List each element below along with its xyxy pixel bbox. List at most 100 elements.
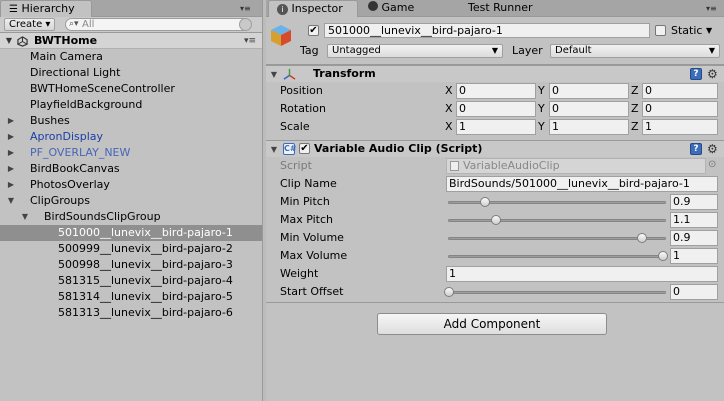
clip-name-field[interactable]: BirdSounds/501000__lunevix__bird-pajaro-…	[446, 176, 718, 192]
gear-icon[interactable]: ⚙	[707, 142, 718, 156]
transform-header[interactable]: ▼ Transform ? ⚙	[266, 65, 724, 82]
script-field: VariableAudioClip	[446, 158, 706, 174]
inspector-panel: i Inspector Game Test Runner ▾≡ ✔ 501000…	[266, 0, 724, 401]
chevron-right-icon[interactable]: ▶	[6, 161, 16, 177]
help-icon[interactable]: ?	[690, 68, 702, 80]
tab-inspector[interactable]: i Inspector	[268, 0, 358, 17]
z-label: Z	[631, 120, 639, 133]
script-label: Script	[280, 159, 312, 172]
max-pitch-slider-thumb[interactable]	[491, 215, 501, 225]
tab-game[interactable]: Game	[360, 0, 450, 17]
add-component-button[interactable]: Add Component	[377, 313, 607, 335]
hierarchy-item[interactable]: ▼ ClipGroups	[0, 193, 262, 209]
hierarchy-item[interactable]: 500998__lunevix__bird-pajaro-3	[0, 257, 262, 273]
hierarchy-item[interactable]: 501000__lunevix__bird-pajaro-1	[0, 225, 262, 241]
position-x-field[interactable]: 0	[456, 83, 536, 99]
variable-audio-clip-title: Variable Audio Clip (Script)	[314, 142, 483, 155]
hierarchy-item[interactable]: ▶ ApronDisplay	[0, 129, 262, 145]
hierarchy-item[interactable]: BWTHomeSceneController	[0, 81, 262, 97]
start-offset-slider-track[interactable]	[448, 291, 666, 294]
tab-test-runner[interactable]: Test Runner	[460, 0, 550, 17]
z-label: Z	[631, 84, 639, 97]
x-label: X	[445, 120, 453, 133]
max-volume-slider-thumb[interactable]	[658, 251, 668, 261]
hierarchy-item[interactable]: Main Camera	[0, 49, 262, 65]
min-pitch-field[interactable]: 0.9	[670, 194, 718, 210]
chevron-down-icon[interactable]: ▼	[269, 70, 279, 79]
hierarchy-item[interactable]: PlayfieldBackground	[0, 97, 262, 113]
min-volume-slider-track[interactable]	[448, 237, 666, 240]
chevron-right-icon[interactable]: ▶	[6, 145, 16, 161]
scale-row: Scale X 1 Y 1 Z 1	[280, 118, 720, 136]
scale-z-field[interactable]: 1	[642, 119, 718, 135]
min-pitch-slider-thumb[interactable]	[480, 197, 490, 207]
scale-x-field[interactable]: 1	[456, 119, 536, 135]
hierarchy-item-label: 500999__lunevix__bird-pajaro-2	[58, 242, 233, 255]
hierarchy-item[interactable]: ▶ PhotosOverlay	[0, 177, 262, 193]
hierarchy-item-label: BirdBookCanvas	[30, 162, 120, 175]
help-icon[interactable]: ?	[690, 143, 702, 155]
scene-menu-icon[interactable]: ▾≡	[244, 33, 256, 49]
search-clear-icon[interactable]	[239, 18, 252, 31]
scale-y-field[interactable]: 1	[549, 119, 629, 135]
hierarchy-item[interactable]: ▼ BirdSoundsClipGroup	[0, 209, 262, 225]
inspector-menu-icon[interactable]: ▾≡	[706, 4, 717, 13]
create-button[interactable]: Create ▾	[4, 18, 56, 31]
search-placeholder: All	[82, 19, 95, 30]
position-z-field[interactable]: 0	[642, 83, 718, 99]
panel-menu-icon[interactable]: ▾≡	[240, 4, 251, 13]
chevron-right-icon[interactable]: ▶	[6, 177, 16, 193]
hierarchy-item-label: 501000__lunevix__bird-pajaro-1	[58, 226, 233, 239]
hierarchy-item[interactable]: ▶ BirdBookCanvas	[0, 161, 262, 177]
hierarchy-item[interactable]: 581313__lunevix__bird-pajaro-6	[0, 305, 262, 321]
tag-dropdown[interactable]: Untagged ▼	[327, 44, 503, 58]
position-label: Position	[280, 84, 323, 97]
hierarchy-item-label: BWTHomeSceneController	[30, 82, 175, 95]
rotation-x-field[interactable]: 0	[456, 101, 536, 117]
static-checkbox[interactable]	[655, 25, 666, 36]
object-picker-icon[interactable]: ⊙	[708, 159, 716, 170]
hierarchy-item[interactable]: ▶ Bushes	[0, 113, 262, 129]
variable-audio-clip-header[interactable]: ▼ C# ✔ Variable Audio Clip (Script) ? ⚙	[266, 140, 724, 157]
chevron-down-icon: ▼	[491, 46, 498, 55]
component-enabled-checkbox[interactable]: ✔	[299, 143, 310, 154]
hierarchy-item[interactable]: 581315__lunevix__bird-pajaro-4	[0, 273, 262, 289]
gear-icon[interactable]: ⚙	[707, 67, 718, 81]
object-name-field[interactable]: 501000__lunevix__bird-pajaro-1	[324, 23, 650, 38]
hierarchy-item[interactable]: 500999__lunevix__bird-pajaro-2	[0, 241, 262, 257]
max-volume-slider-track[interactable]	[448, 255, 666, 258]
chevron-down-icon[interactable]: ▼	[6, 193, 16, 209]
chevron-down-icon[interactable]: ▼	[269, 145, 279, 154]
weight-field[interactable]: 1	[446, 266, 718, 282]
tab-hierarchy[interactable]: ☰ Hierarchy	[0, 0, 92, 17]
hierarchy-item[interactable]: ▶ PF_OVERLAY_NEW	[0, 145, 262, 161]
chevron-down-icon[interactable]: ▼	[4, 33, 14, 49]
object-header: ✔ 501000__lunevix__bird-pajaro-1 Static …	[266, 17, 724, 65]
max-pitch-slider-track[interactable]	[448, 219, 666, 222]
chevron-right-icon[interactable]: ▶	[6, 129, 16, 145]
chevron-right-icon[interactable]: ▶	[6, 113, 16, 129]
inspector-tab-bar: i Inspector Game Test Runner ▾≡	[266, 0, 724, 17]
min-pitch-label: Min Pitch	[280, 195, 330, 208]
hierarchy-item[interactable]: 581314__lunevix__bird-pajaro-5	[0, 289, 262, 305]
scene-row[interactable]: ▼ BWTHome ▾≡	[0, 33, 262, 49]
script-component-icon: C#	[283, 143, 297, 155]
hierarchy-panel: ☰ Hierarchy ▾≡ Create ▾ ⌕▾ All ▼ BWTHome…	[0, 0, 262, 401]
rotation-z-field[interactable]: 0	[642, 101, 718, 117]
max-volume-field[interactable]: 1	[670, 248, 718, 264]
hierarchy-search-input[interactable]: ⌕▾ All	[65, 18, 252, 31]
chevron-down-icon[interactable]: ▼	[20, 209, 30, 225]
min-volume-field[interactable]: 0.9	[670, 230, 718, 246]
active-checkbox[interactable]: ✔	[308, 25, 319, 36]
start-offset-slider-thumb[interactable]	[444, 287, 454, 297]
hierarchy-item-label: PhotosOverlay	[30, 178, 110, 191]
search-icon: ⌕▾	[69, 19, 79, 29]
static-dropdown-icon[interactable]: ▼	[706, 23, 712, 39]
layer-dropdown[interactable]: Default ▼	[550, 44, 720, 58]
rotation-y-field[interactable]: 0	[549, 101, 629, 117]
min-volume-slider-thumb[interactable]	[637, 233, 647, 243]
max-pitch-field[interactable]: 1.1	[670, 212, 718, 228]
start-offset-field[interactable]: 0	[670, 284, 718, 300]
hierarchy-item[interactable]: Directional Light	[0, 65, 262, 81]
position-y-field[interactable]: 0	[549, 83, 629, 99]
